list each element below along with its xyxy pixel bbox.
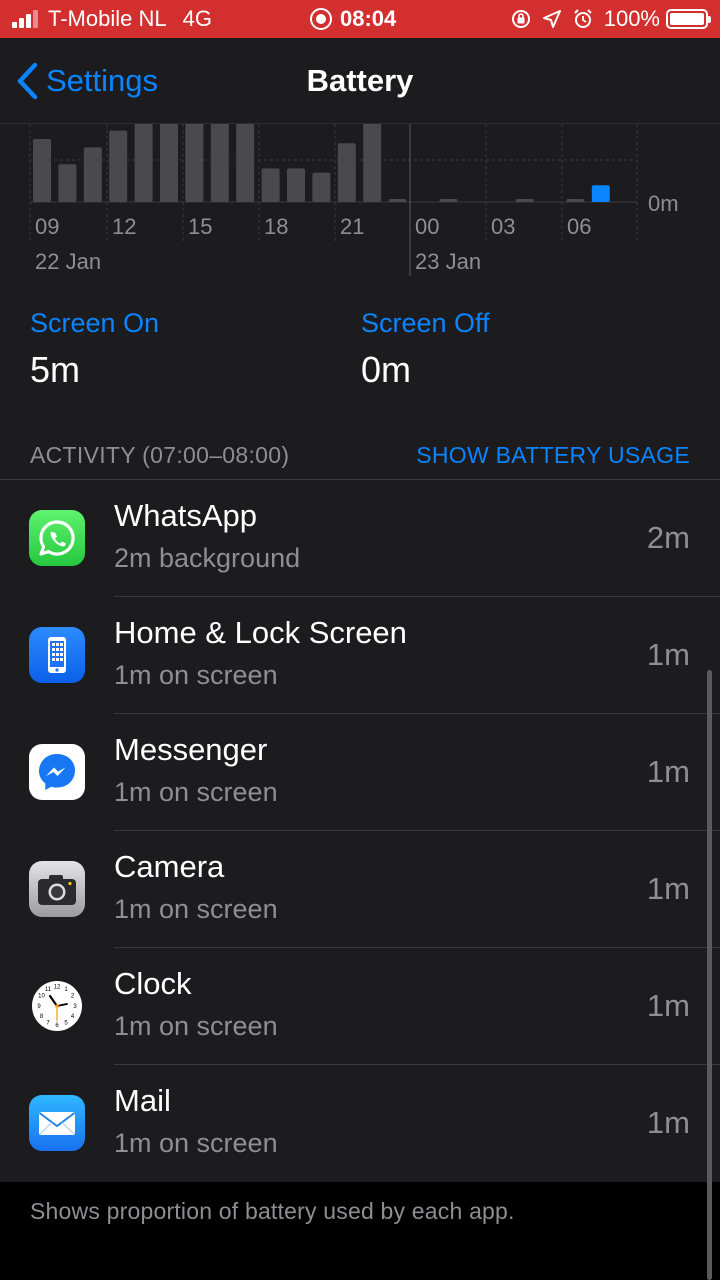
screen-on-label: Screen On bbox=[30, 308, 160, 338]
chart-bar bbox=[236, 124, 255, 202]
chart-bar bbox=[388, 199, 407, 202]
chart-bar bbox=[515, 199, 534, 202]
status-bar-left: T-Mobile NL 4G bbox=[12, 0, 212, 38]
chart-bar bbox=[33, 139, 51, 202]
app-usage-time: 1m bbox=[646, 988, 690, 1023]
chart-x-tick-label: 06 bbox=[567, 214, 592, 239]
alarm-icon bbox=[574, 9, 592, 28]
list-item[interactable]: Mail 1m on screen 1m bbox=[0, 1065, 720, 1182]
svg-text:12: 12 bbox=[54, 985, 61, 991]
app-usage-detail: 1m on screen bbox=[114, 660, 278, 690]
chart-x-tick-label: 18 bbox=[264, 214, 289, 239]
app-name: Camera bbox=[114, 849, 225, 884]
battery-activity-chart: 09 12 15 18 21 00 03 06 22 Jan 23 Jan 0m bbox=[0, 124, 720, 284]
chart-y-tick-label: 0m bbox=[648, 191, 679, 216]
section-footer: Shows proportion of battery used by each… bbox=[0, 1182, 720, 1280]
app-usage-time: 2m bbox=[646, 520, 690, 555]
svg-text:11: 11 bbox=[45, 987, 52, 993]
screen-on-block: Screen On 5m bbox=[30, 308, 159, 391]
network-type: 4G bbox=[182, 6, 212, 31]
navigation-bar: Settings Battery bbox=[0, 38, 720, 124]
chart-x-tick-label: 09 bbox=[35, 214, 60, 239]
screen-recording-icon bbox=[310, 8, 332, 30]
battery-fill bbox=[670, 13, 704, 25]
chart-svg bbox=[29, 124, 638, 276]
list-item[interactable]: WhatsApp 2m background 2m bbox=[0, 480, 720, 597]
chart-bar bbox=[160, 124, 178, 202]
app-usage-time: 1m bbox=[646, 754, 690, 789]
list-item[interactable]: 12 1 2 345 678 9 10 11 Clock 1m on screen 1m bbox=[0, 948, 720, 1065]
chart-bar bbox=[337, 143, 356, 202]
footer-note: Shows proportion of battery used by each… bbox=[30, 1198, 515, 1224]
show-battery-usage-button[interactable]: SHOW BATTERY USAGE bbox=[416, 442, 690, 469]
app-usage-time: 1m bbox=[646, 871, 690, 906]
messenger-icon bbox=[29, 744, 85, 800]
app-usage-detail: 1m on screen bbox=[114, 1128, 278, 1158]
app-usage-detail: 1m on screen bbox=[114, 1011, 278, 1041]
list-item[interactable]: Home & Lock Screen 1m on screen 1m bbox=[0, 597, 720, 714]
app-usage-time: 1m bbox=[646, 1105, 690, 1140]
chart-bar bbox=[439, 199, 458, 202]
app-usage-detail: 2m background bbox=[114, 543, 301, 573]
chart-date-label: 22 Jan bbox=[35, 249, 102, 274]
camera-icon bbox=[29, 861, 85, 917]
chart-bar bbox=[185, 124, 204, 202]
chart-bar bbox=[591, 185, 610, 202]
location-arrow-icon bbox=[542, 10, 561, 28]
chart-x-tick-label: 12 bbox=[112, 214, 137, 239]
app-name: Messenger bbox=[114, 732, 268, 767]
chevron-left-icon bbox=[17, 62, 38, 100]
list-item[interactable]: Camera 1m on screen 1m bbox=[0, 831, 720, 948]
scrollbar[interactable] bbox=[707, 670, 712, 1280]
chart-x-tick-label: 21 bbox=[340, 214, 365, 239]
screen-off-value: 0m bbox=[361, 349, 412, 390]
signal-strength-icon bbox=[12, 10, 40, 28]
chart-x-tick-label: 00 bbox=[415, 214, 440, 239]
mail-icon bbox=[29, 1095, 85, 1151]
chart-bar bbox=[83, 147, 102, 202]
chart-bar bbox=[134, 124, 153, 202]
clock-icon: 12 1 2 345 678 9 10 11 bbox=[29, 978, 85, 1034]
app-usage-detail: 1m on screen bbox=[114, 894, 278, 924]
chart-bar bbox=[312, 172, 331, 202]
chart-x-tick-label: 03 bbox=[491, 214, 516, 239]
home-lock-screen-icon bbox=[29, 627, 85, 683]
svg-text:10: 10 bbox=[38, 994, 45, 1000]
status-time: 08:04 bbox=[340, 6, 397, 31]
app-name: WhatsApp bbox=[114, 498, 258, 533]
activity-title: ACTIVITY (07:00–08:00) bbox=[30, 441, 290, 468]
app-activity-list: WhatsApp 2m background 2m Home & Lock Sc… bbox=[0, 479, 720, 1182]
activity-header: ACTIVITY (07:00–08:00) SHOW BATTERY USAG… bbox=[30, 440, 690, 470]
app-name: Clock bbox=[114, 966, 192, 1001]
chart-bar bbox=[287, 168, 305, 202]
chart-bar bbox=[261, 168, 280, 202]
status-bar-center: 08:04 bbox=[310, 0, 396, 38]
carrier-name: T-Mobile NL bbox=[48, 6, 167, 31]
chart-bar bbox=[363, 124, 382, 202]
status-bar-right: 100% bbox=[510, 0, 711, 38]
screen-off-block: Screen Off 0m bbox=[361, 308, 490, 391]
app-name: Mail bbox=[114, 1083, 171, 1118]
orientation-lock-icon bbox=[511, 10, 530, 28]
chart-bar bbox=[109, 130, 128, 202]
battery-percent: 100% bbox=[603, 6, 660, 31]
battery-content: 09 12 15 18 21 00 03 06 22 Jan 23 Jan 0m Screen On… bbox=[0, 124, 720, 1182]
app-usage-time: 1m bbox=[646, 637, 690, 672]
battery-icon bbox=[666, 9, 711, 29]
list-item[interactable]: Messenger 1m on screen 1m bbox=[0, 714, 720, 831]
back-label: Settings bbox=[46, 63, 159, 98]
app-name: Home & Lock Screen bbox=[114, 615, 407, 650]
back-button[interactable]: Settings bbox=[16, 38, 158, 124]
chart-bar bbox=[566, 199, 585, 202]
screen-on-value: 5m bbox=[30, 349, 81, 390]
status-bar: T-Mobile NL 4G 08:04 100% bbox=[0, 0, 720, 38]
whatsapp-icon bbox=[29, 510, 85, 566]
chart-x-tick-label: 15 bbox=[188, 214, 213, 239]
app-usage-detail: 1m on screen bbox=[114, 777, 278, 807]
screen-off-label: Screen Off bbox=[361, 308, 490, 338]
chart-bar bbox=[210, 124, 229, 202]
chart-bar bbox=[58, 164, 77, 202]
chart-date-label: 23 Jan bbox=[415, 249, 482, 274]
